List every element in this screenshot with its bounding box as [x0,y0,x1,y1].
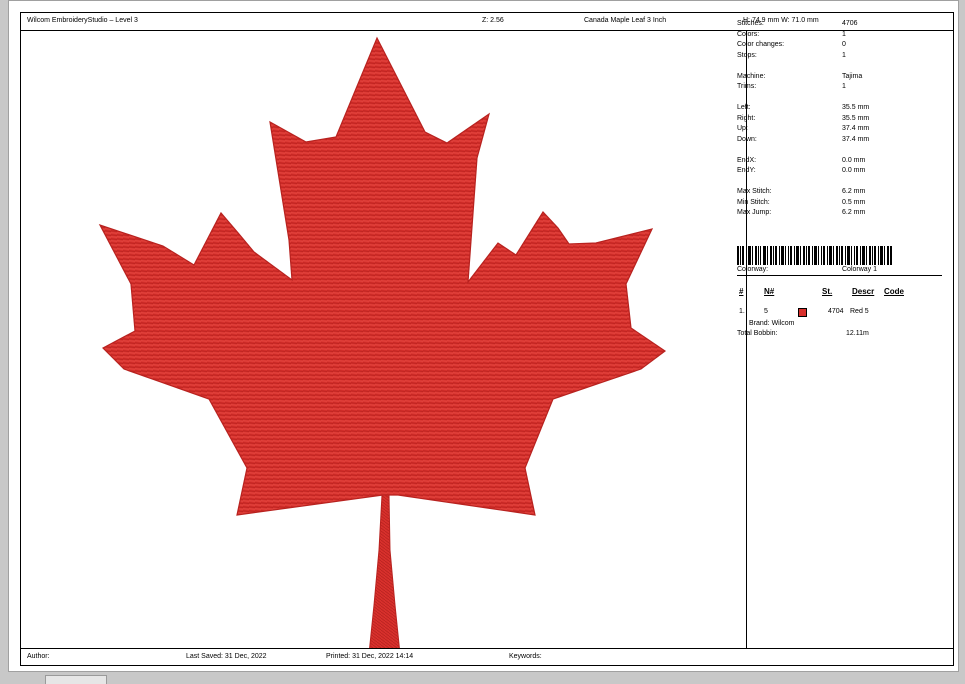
design-stats-panel: Stitches: 4706 Colors: 1 Color changes: 0 S… [737,20,942,220]
stat-row: Down: 37.4 mm [737,135,870,143]
bobbin-label: Total Bobbin: [737,330,778,337]
col-num: # [739,287,744,296]
stat-row: Right: 35.5 mm [737,114,870,122]
colorway-row: Colorway: Colorway 1 [737,265,942,276]
color-table-header: # N# St. Descr Code [737,287,942,298]
stat-row: Stitches: 4706 [737,20,858,27]
stat-row: Max Stitch: 6.2 mm [737,188,866,195]
keywords-label: Keywords: [509,653,542,660]
row-num: 1. [739,308,745,315]
row-stitches: 4704 [828,308,844,315]
stat-row: Left: 35.5 mm [737,104,870,111]
bobbin-value: 12.11m [846,330,869,337]
printed-date: Printed: 31 Dec, 2022 14:14 [326,653,414,660]
col-descr: Descr [852,287,875,296]
colorway-label: Colorway: [737,266,769,273]
row-descr: Red 5 [850,308,869,315]
author-label: Author: [27,653,50,660]
stat-row: Stops: 1 [737,51,846,59]
maple-leaf-design [98,36,667,649]
col-stitches: St. [822,287,833,296]
stat-row: Color changes: 0 [737,41,846,48]
stat-row: Machine: Tajima [737,72,863,80]
design-name: Canada Maple Leaf 3 Inch [584,17,667,24]
stat-row: Colors: 1 [737,30,846,38]
thread-color-swatch [798,308,807,317]
last-saved: Last Saved: 31 Dec, 2022 [186,653,267,660]
stat-row: Up: 37.4 mm [737,125,870,132]
stat-row: Max Jump: 6.2 mm [737,209,866,216]
print-preview-sheet: Wilcom EmbroideryStudio – Level 3 Z: 2.5… [9,1,958,671]
worksheet-footer: Author: Last Saved: 31 Dec, 2022 Printed… [21,648,953,665]
design-preview [21,30,746,649]
maple-leaf-shape [98,36,667,516]
barcode-icon [737,246,892,265]
zoom-level: Z: 2.56 [482,17,504,24]
app-title: Wilcom EmbroideryStudio – Level 3 [27,17,138,24]
table-row: 1. 5 4704 Red 5 [737,308,942,318]
col-needle: N# [764,287,775,296]
stat-row: EndY: 0.0 mm [737,167,866,174]
stat-row: Trims: 1 [737,83,846,90]
stat-row: Min Stitch: 0.5 mm [737,198,866,206]
stat-row: EndX: 0.0 mm [737,156,866,164]
col-code: Code [884,287,904,296]
maple-leaf-stem [369,494,400,649]
total-bobbin-row: Total Bobbin: 12.11m [737,330,942,340]
colorway-value: Colorway 1 [842,266,878,273]
thread-brand: Brand: Wilcom [749,320,795,327]
row-needle: 5 [764,308,768,315]
